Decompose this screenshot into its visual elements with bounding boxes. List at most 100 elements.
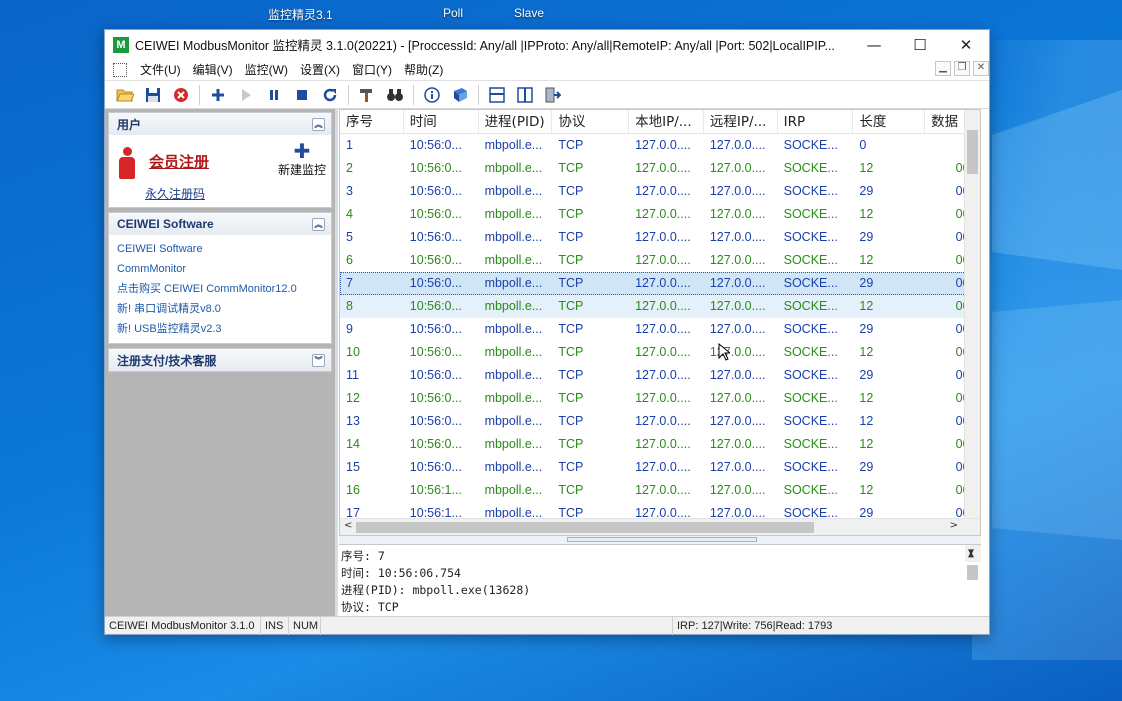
add-icon[interactable]: [204, 83, 232, 107]
table-row[interactable]: 5 10:56:0... mbpoll.e... TCP 127.0.0.... 127.…: [340, 226, 980, 249]
col-header-remote-ip[interactable]: 远程IP/...: [704, 110, 778, 134]
table-row[interactable]: 4 10:56:0... mbpoll.e... TCP 127.0.0.... 127.…: [340, 203, 980, 226]
scroll-down-icon[interactable]: ▼: [968, 545, 974, 561]
table-row[interactable]: 6 10:56:0... mbpoll.e... TCP 127.0.0.... 127.…: [340, 249, 980, 272]
scroll-thumb[interactable]: [967, 130, 978, 174]
cell-no: 16: [346, 483, 360, 497]
mdi-restore-button[interactable]: ❐: [954, 61, 970, 76]
mdi-close-button[interactable]: ✕: [973, 61, 989, 76]
cell-time: 10:56:0...: [409, 276, 462, 290]
menu-window[interactable]: 窗口(Y): [346, 61, 398, 78]
toolbar-separator: [413, 84, 414, 105]
book-icon[interactable]: [446, 83, 474, 107]
cell-remote-ip: 127.0.0....: [709, 184, 766, 198]
cell-no: 10: [346, 345, 360, 359]
cell-remote-ip: 127.0.0....: [709, 483, 766, 497]
scroll-left-icon[interactable]: <: [344, 520, 352, 531]
maximize-button[interactable]: ☐: [897, 30, 943, 59]
software-link-usb[interactable]: 新! USB监控精灵v2.3: [117, 319, 331, 339]
menu-monitor[interactable]: 监控(W): [239, 61, 294, 78]
col-header-irp[interactable]: IRP: [778, 110, 854, 134]
document-icon[interactable]: [113, 62, 127, 77]
table-row[interactable]: 2 10:56:0... mbpoll.e... TCP 127.0.0.... 127.…: [340, 157, 980, 180]
expand-down-icon[interactable]: ︾: [312, 353, 325, 367]
cell-no: 5: [346, 230, 353, 244]
permanent-code-link[interactable]: 永久注册码: [145, 185, 205, 202]
refresh-icon[interactable]: [316, 83, 344, 107]
table-row[interactable]: 7 10:56:0... mbpoll.e... TCP 127.0.0.... 127.…: [340, 272, 980, 295]
table-row[interactable]: 9 10:56:0... mbpoll.e... TCP 127.0.0.... 127.…: [340, 318, 980, 341]
software-link-serial[interactable]: 新! 串口调试精灵v8.0: [117, 299, 331, 319]
close-button[interactable]: ✕: [943, 30, 989, 59]
col-header-time[interactable]: 时间: [404, 110, 479, 134]
split-vertical-icon[interactable]: [511, 83, 539, 107]
collapse-up-icon[interactable]: ︽: [312, 117, 325, 131]
cell-protocol: TCP: [558, 483, 584, 497]
open-folder-icon[interactable]: [111, 83, 139, 107]
software-link-ceiwei[interactable]: CEIWEI Software: [117, 239, 331, 259]
table-row[interactable]: 14 10:56:0... mbpoll.e... TCP 127.0.0.... 127…: [340, 433, 980, 456]
play-icon[interactable]: [232, 83, 260, 107]
software-link-commmonitor[interactable]: CommMonitor: [117, 259, 331, 279]
cell-time: 10:56:0...: [409, 391, 462, 405]
exit-icon[interactable]: [539, 83, 567, 107]
col-header-length[interactable]: 长度: [853, 110, 926, 134]
detail-scrollbar[interactable]: ▲ ▼: [965, 545, 981, 580]
cell-local-ip: 127.0.0....: [635, 161, 691, 175]
table-row[interactable]: 10 10:56:0... mbpoll.e... TCP 127.0.0.... 127…: [340, 341, 980, 364]
hammer-icon[interactable]: [353, 83, 381, 107]
col-header-process[interactable]: 进程(PID): [479, 110, 553, 134]
cell-protocol: TCP: [558, 437, 584, 451]
table-row[interactable]: 1 10:56:0... mbpoll.e... TCP 127.0.0.... 127.…: [340, 134, 980, 157]
minimize-button[interactable]: —: [851, 30, 897, 59]
stop-red-icon[interactable]: [167, 83, 195, 107]
software-panel-header[interactable]: CEIWEI Software ︽: [109, 213, 331, 235]
split-horizontal-icon[interactable]: [483, 83, 511, 107]
pane-splitter[interactable]: [339, 536, 981, 545]
save-icon[interactable]: [139, 83, 167, 107]
info-icon[interactable]: [418, 83, 446, 107]
member-register-link[interactable]: 会员注册: [149, 151, 209, 172]
cell-remote-ip: 127.0.0....: [709, 253, 766, 267]
menu-edit[interactable]: 编辑(V): [187, 61, 239, 78]
cell-no: 13: [346, 414, 360, 428]
cell-protocol: TCP: [558, 322, 584, 336]
table-row[interactable]: 3 10:56:0... mbpoll.e... TCP 127.0.0.... 127.…: [340, 180, 980, 203]
desktop-icon-label-poll[interactable]: Poll: [443, 6, 463, 20]
splitter-grip[interactable]: [567, 537, 757, 542]
user-panel-header[interactable]: 用户 ︽: [109, 113, 331, 135]
binoculars-icon[interactable]: [381, 83, 409, 107]
mdi-minimize-button[interactable]: ▁: [935, 61, 951, 76]
desktop-icon-label-slave[interactable]: Slave: [514, 6, 544, 20]
cell-irp: SOCKE...: [783, 414, 838, 428]
title-bar[interactable]: M CEIWEI ModbusMonitor 监控精灵 3.1.0(20221)…: [105, 30, 989, 59]
cell-irp: SOCKE...: [783, 161, 838, 175]
scroll-right-icon[interactable]: >: [950, 520, 958, 531]
stop-icon[interactable]: [288, 83, 316, 107]
table-row[interactable]: 12 10:56:0... mbpoll.e... TCP 127.0.0.... 127…: [340, 387, 980, 410]
pause-icon[interactable]: [260, 83, 288, 107]
horizontal-scrollbar[interactable]: < >: [340, 518, 980, 535]
cell-irp: SOCKE...: [783, 299, 838, 313]
table-row[interactable]: 15 10:56:0... mbpoll.e... TCP 127.0.0.... 127…: [340, 456, 980, 479]
col-header-no[interactable]: 序号: [340, 110, 404, 134]
desktop-icon-label-monitor[interactable]: 监控精灵3.1: [268, 6, 333, 23]
table-row[interactable]: 8 10:56:0... mbpoll.e... TCP 127.0.0.... 127.…: [340, 295, 980, 318]
col-header-protocol[interactable]: 协议: [552, 110, 630, 134]
menu-help[interactable]: 帮助(Z): [398, 61, 449, 78]
new-monitor-button[interactable]: ✚ 新建监控: [267, 141, 337, 178]
table-row[interactable]: 13 10:56:0... mbpoll.e... TCP 127.0.0.... 127…: [340, 410, 980, 433]
software-link-buy[interactable]: 点击购买 CEIWEI CommMonitor12.0: [117, 279, 331, 299]
scroll-thumb[interactable]: [356, 522, 814, 533]
table-row[interactable]: 16 10:56:1... mbpoll.e... TCP 127.0.0.... 127…: [340, 479, 980, 502]
collapse-up-icon[interactable]: ︽: [312, 217, 325, 231]
status-blank: [321, 616, 673, 635]
payment-panel: 注册支付/技术客服 ︾: [108, 348, 332, 372]
payment-panel-header[interactable]: 注册支付/技术客服 ︾: [109, 349, 331, 371]
table-row[interactable]: 11 10:56:0... mbpoll.e... TCP 127.0.0.... 127…: [340, 364, 980, 387]
menu-file[interactable]: 文件(U): [134, 61, 187, 78]
scroll-thumb[interactable]: [967, 565, 978, 580]
menu-settings[interactable]: 设置(X): [294, 61, 346, 78]
col-header-local-ip[interactable]: 本地IP/...: [629, 110, 704, 134]
vertical-scrollbar[interactable]: [964, 110, 980, 519]
